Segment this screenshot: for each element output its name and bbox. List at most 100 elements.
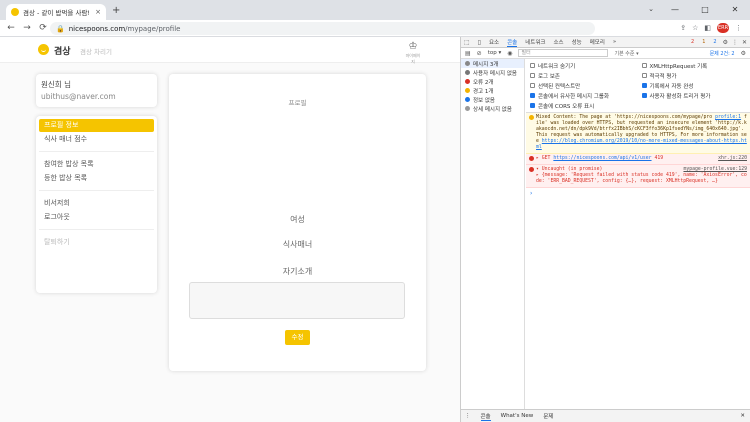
tab-close-icon[interactable]: ×	[95, 8, 101, 16]
xhr-source-link[interactable]: xhr.js:220	[718, 156, 747, 162]
issues-button[interactable]: 문제 2건: 2	[710, 50, 735, 57]
option-group-similar[interactable]: 콘솔에서 유사한 메시지 그룹화	[530, 91, 636, 100]
option-user-activation[interactable]: 사용자 활성화 트리거 평가	[641, 91, 748, 100]
device-toolbar-icon[interactable]: ▯	[478, 39, 481, 46]
checkbox[interactable]	[530, 83, 535, 88]
checkbox[interactable]	[530, 103, 535, 108]
intro-textarea[interactable]	[189, 282, 405, 319]
console-filter-bar: ▤ ⊘ top ▾ ◉ 필터 기본 수준 ▾ 문제 2건: 2 ⚙	[461, 48, 750, 59]
brand-name[interactable]: 겸상	[54, 44, 71, 57]
console-settings-icon[interactable]: ⚙	[741, 50, 746, 57]
new-tab-button[interactable]: +	[112, 5, 120, 16]
option-cors-errors[interactable]: 콘솔에 CORS 오류 표시	[530, 101, 636, 110]
option-log-xhr[interactable]: XMLHttpRequest 기록	[641, 61, 748, 70]
settings-gear-icon[interactable]: ⚙	[723, 39, 728, 46]
drawer-close-icon[interactable]: ✕	[740, 413, 745, 419]
share-icon[interactable]: ⇪	[680, 24, 686, 32]
sidebar-messages[interactable]: 메시지 3개	[461, 59, 524, 68]
console-main: 네트워크 숨기기 XMLHttpRequest 기록 로그 보존 적극적 평가 …	[526, 59, 750, 409]
mypage-menu: 프로필 정보 식사 매너 점수 참여한 밥상 목록 등한 밥상 목록 비서저희 …	[36, 116, 157, 293]
api-user-link[interactable]: https://nicespoons.com/api/v1/user	[553, 156, 651, 161]
checkbox[interactable]	[530, 63, 535, 68]
tab-search-button[interactable]: ⌄	[648, 5, 654, 13]
reload-button[interactable]: ⟳	[38, 23, 48, 33]
option-eager-eval[interactable]: 적극적 평가	[641, 71, 748, 80]
extension-icon[interactable]: ◧	[704, 24, 711, 32]
menu-joined-tables[interactable]: 참여한 밥상 목록	[39, 158, 154, 171]
close-devtools-icon[interactable]: ✕	[742, 39, 747, 46]
logo-icon[interactable]	[38, 44, 49, 55]
checkbox[interactable]	[641, 83, 647, 88]
tab-sources[interactable]: 소스	[553, 38, 563, 46]
checkbox[interactable]	[641, 63, 647, 68]
star-icon[interactable]: ☆	[692, 24, 698, 32]
eye-icon[interactable]: ◉	[507, 50, 512, 57]
console-prompt[interactable]: ›	[526, 188, 750, 199]
menu-manner-score[interactable]: 식사 매너 점수	[39, 133, 154, 146]
error-count-badge[interactable]: 2	[689, 39, 696, 45]
close-window-button[interactable]: ✕	[720, 0, 750, 20]
sidebar-toggle-icon[interactable]: ▤	[465, 50, 471, 57]
option-preserve-log[interactable]: 로그 보존	[530, 71, 636, 80]
sidebar-user-messages[interactable]: 사용자 메시지 없음	[461, 68, 524, 77]
menu-divider	[39, 151, 154, 152]
tab-console[interactable]: 콘솔	[507, 38, 518, 47]
option-autocomplete[interactable]: 기록에서 자동 완성	[641, 81, 748, 90]
checkbox[interactable]	[641, 73, 647, 78]
profile-error-badge[interactable]: ERR	[717, 23, 729, 33]
sidebar-label: 경고 1개	[473, 88, 494, 95]
chromium-blog-link[interactable]: https://blog.chromium.org/2019/10/no-mor…	[536, 139, 747, 150]
sidebar-warnings[interactable]: 경고 1개	[461, 86, 524, 95]
option-label: 네트워크 숨기기	[538, 63, 576, 70]
bug-icon	[465, 106, 470, 111]
option-label: 콘솔에서 유사한 메시지 그룹화	[538, 93, 610, 100]
minimize-button[interactable]: —	[660, 0, 690, 20]
menu-logout[interactable]: 로그아웃	[39, 211, 154, 224]
console-filter-input[interactable]: 필터	[518, 49, 609, 57]
inspect-icon[interactable]: ⬚	[464, 39, 470, 46]
menu-withdraw[interactable]: 탈퇴하기	[39, 236, 154, 249]
tab-performance[interactable]: 성능	[572, 38, 582, 46]
more-options-icon[interactable]: ⋮	[732, 39, 738, 46]
sidebar-verbose[interactable]: 상세 메시지 없음	[461, 104, 524, 113]
create-table-link[interactable]: 겸상 차리기	[80, 46, 112, 56]
browser-tab[interactable]: 겸상 - 같이 밥먹을 사람! ×	[6, 4, 106, 20]
address-bar[interactable]: 🔒 nicespoons.com/mypage/profile	[50, 22, 595, 35]
warning-count-badge[interactable]: 1	[700, 39, 707, 45]
checkbox[interactable]	[530, 93, 535, 98]
lock-icon[interactable]: 🔒	[56, 25, 65, 33]
tab-more[interactable]: »	[613, 39, 616, 45]
console-error-get[interactable]: xhr.js:220 ▸ GET https://nicespoons.com/…	[526, 154, 750, 165]
drawer-tab-console[interactable]: 콘솔	[480, 412, 491, 421]
drawer-tab-issues[interactable]: 문제	[543, 412, 553, 420]
tab-network[interactable]: 네트워크	[525, 38, 545, 46]
clear-console-icon[interactable]: ⊘	[477, 50, 482, 57]
console-error-uncaught[interactable]: mypage-profile.vue:129 ▾ Uncaught (in pr…	[526, 165, 750, 188]
forward-button[interactable]: →	[22, 23, 32, 33]
tab-memory[interactable]: 메모리	[590, 38, 605, 46]
mypage-button[interactable]: ♔ 마이페이지	[404, 41, 422, 65]
checkbox[interactable]	[530, 73, 535, 78]
log-levels-select[interactable]: 기본 수준 ▾	[614, 50, 638, 57]
menu-change-password[interactable]: 비서저희	[39, 197, 154, 210]
drawer-menu-icon[interactable]: ⋮	[465, 413, 471, 419]
sidebar-label: 사용자 메시지 없음	[473, 70, 517, 77]
menu-profile-info[interactable]: 프로필 정보	[39, 119, 154, 132]
menu-created-tables[interactable]: 등한 밥상 목록	[39, 172, 154, 185]
sidebar-info[interactable]: 정보 없음	[461, 95, 524, 104]
option-label: 로그 보존	[538, 73, 560, 80]
info-count-badge[interactable]: 2	[711, 39, 718, 45]
option-hide-network[interactable]: 네트워크 숨기기	[530, 61, 636, 70]
sidebar-errors[interactable]: 오류 2개	[461, 77, 524, 86]
option-selected-context[interactable]: 선택된 컨텍스트만	[530, 81, 636, 90]
tab-elements[interactable]: 요소	[489, 38, 499, 46]
menu-icon[interactable]: ⋮	[735, 24, 742, 32]
back-button[interactable]: ←	[6, 23, 16, 33]
warning-source-link[interactable]: profile:1	[715, 115, 741, 120]
drawer-tab-whats-new[interactable]: What's New	[501, 413, 534, 419]
checkbox[interactable]	[641, 93, 647, 98]
maximize-button[interactable]: □	[690, 0, 720, 20]
edit-profile-button[interactable]: 수정	[285, 330, 310, 345]
axios-error-object[interactable]: ▸ {message: 'Request failed with status …	[536, 173, 747, 184]
context-select[interactable]: top ▾	[488, 50, 502, 56]
